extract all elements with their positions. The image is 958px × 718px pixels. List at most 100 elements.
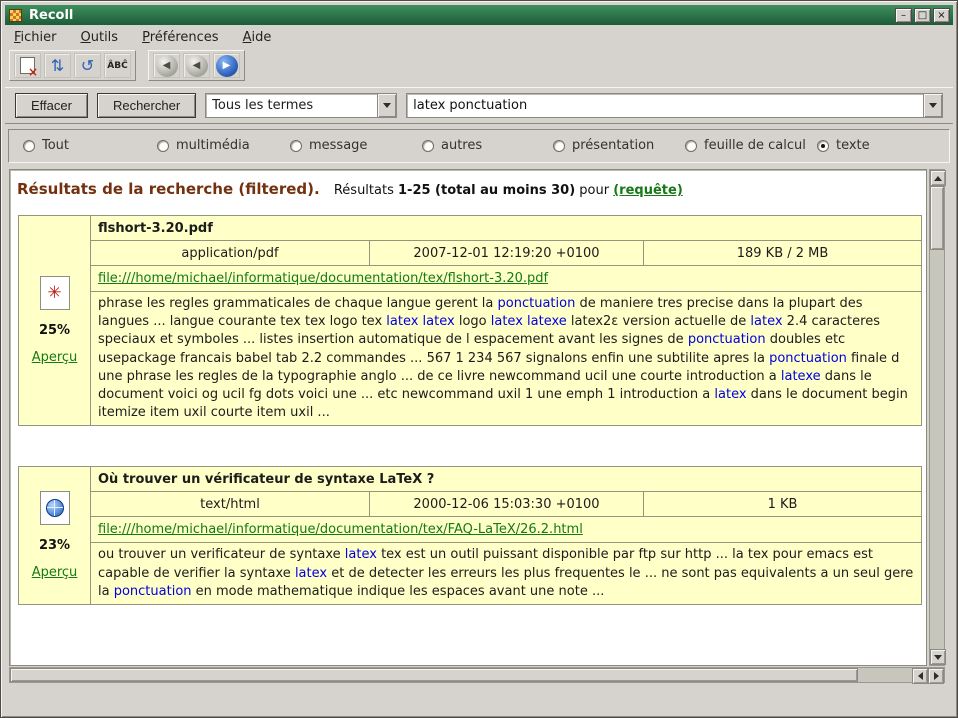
- result-mime: text/html: [91, 492, 370, 517]
- radio-icon[interactable]: [23, 140, 35, 152]
- prev-page-icon: ◀: [186, 55, 208, 77]
- result-side-cell: ✳ 25% Aperçu: [19, 216, 91, 426]
- first-page-button[interactable]: ◀: [153, 53, 180, 78]
- result-title: flshort-3.20.pdf: [91, 216, 922, 241]
- search-panel: Effacer Rechercher Tous les termes: [5, 87, 953, 124]
- maximize-button[interactable]: □: [914, 8, 931, 23]
- vertical-scrollbar[interactable]: [929, 169, 945, 666]
- horizontal-scrollbar-thumb[interactable]: [10, 668, 858, 682]
- history-icon: ↺: [81, 58, 94, 74]
- results-range: 1-25 (total au moins 30): [398, 183, 575, 198]
- menu-aide[interactable]: Aide: [243, 30, 272, 45]
- relevance-percent: 25%: [26, 323, 83, 338]
- pdf-logo-glyph: ✳: [47, 285, 61, 302]
- radio-icon[interactable]: [290, 140, 302, 152]
- scroll-left-button[interactable]: [912, 668, 928, 684]
- term-explorer-button[interactable]: ÂBĈ: [104, 53, 131, 78]
- horizontal-scrollbar-trough[interactable]: [858, 668, 912, 682]
- status-bar: [5, 687, 953, 714]
- chevron-down-icon: [383, 103, 391, 108]
- menu-fichier[interactable]: Fichier: [14, 30, 57, 45]
- history-button[interactable]: ↺: [74, 53, 101, 78]
- horizontal-scrollbar[interactable]: [9, 667, 945, 683]
- preview-link[interactable]: Aperçu: [32, 565, 78, 580]
- result-snippet: phrase les regles grammaticales de chaqu…: [91, 292, 922, 426]
- filter-label: feuille de calcul: [704, 138, 806, 153]
- radio-icon[interactable]: [422, 140, 434, 152]
- update-index-icon: ⇅: [51, 58, 64, 74]
- clear-search-button[interactable]: [14, 53, 41, 78]
- filter-label: autres: [441, 138, 482, 153]
- filter-label: message: [309, 138, 367, 153]
- next-page-button[interactable]: ▶: [213, 53, 240, 78]
- titlebar[interactable]: Recoll – □ ×: [5, 5, 953, 25]
- search-button[interactable]: Rechercher: [97, 93, 196, 118]
- result-size: 1 KB: [644, 492, 922, 517]
- relevance-percent: 23%: [26, 538, 83, 553]
- recoll-window: Recoll – □ × Fichier Outils Préférences …: [0, 0, 958, 718]
- result-side-cell: 23% Aperçu: [19, 467, 91, 605]
- result-snippet: ou trouver un verificateur de syntaxe la…: [91, 543, 922, 605]
- results-summary: Résultats 1-25 (total au moins 30) pour …: [334, 183, 683, 198]
- search-mode-value: Tous les termes: [206, 94, 377, 117]
- result-url-link[interactable]: file:///home/michael/informatique/docume…: [98, 522, 583, 537]
- result-url-cell: file:///home/michael/informatique/docume…: [91, 266, 922, 292]
- filter-feuille-de-calcul[interactable]: feuille de calcul: [685, 138, 806, 153]
- close-button[interactable]: ×: [933, 8, 950, 23]
- prev-page-button[interactable]: ◀: [183, 53, 210, 78]
- toolbar-group-actions: ⇅ ↺ ÂBĈ: [9, 50, 136, 81]
- results-list: Résultats de la recherche (filtered). Ré…: [9, 169, 927, 666]
- result-item-1: ✳ 25% Aperçu flshort-3.20.pdf applicatio…: [18, 215, 922, 426]
- search-mode-select[interactable]: Tous les termes: [205, 93, 397, 118]
- filter-label: présentation: [572, 138, 654, 153]
- result-url-link[interactable]: file:///home/michael/informatique/docume…: [98, 271, 548, 286]
- window-title: Recoll: [29, 8, 893, 23]
- filter-label: multimédia: [176, 138, 250, 153]
- filter-autres[interactable]: autres: [422, 138, 482, 153]
- query-details-link[interactable]: (requête): [613, 183, 683, 198]
- result-datetime: 2000-12-06 15:03:30 +0100: [370, 492, 644, 517]
- radio-icon[interactable]: [817, 140, 829, 152]
- query-history-dropdown-button[interactable]: [923, 94, 942, 117]
- results-summary-prefix: Résultats: [334, 183, 394, 198]
- filter-tout[interactable]: Tout: [23, 138, 69, 153]
- vertical-scrollbar-trough[interactable]: [930, 250, 944, 649]
- scroll-down-button[interactable]: [930, 649, 946, 665]
- toolbar: ⇅ ↺ ÂBĈ ◀ ◀ ▶: [9, 50, 245, 81]
- query-combo: [406, 93, 943, 118]
- results-header: Résultats de la recherche (filtered). Ré…: [10, 170, 926, 198]
- clear-search-icon: [20, 57, 35, 74]
- scroll-right-button[interactable]: [928, 668, 944, 684]
- radio-icon[interactable]: [685, 140, 697, 152]
- arrow-right-icon: [934, 672, 939, 680]
- results-title: Résultats de la recherche (filtered).: [17, 180, 320, 198]
- arrow-down-icon: [934, 655, 942, 660]
- results-summary-pour: pour: [579, 183, 609, 198]
- preview-link[interactable]: Aperçu: [32, 350, 78, 365]
- clear-button[interactable]: Effacer: [15, 93, 88, 118]
- filter-label: Tout: [42, 138, 69, 153]
- search-mode-dropdown-button[interactable]: [377, 94, 396, 117]
- doc-type-filter-panel: Tout multimédia message autres présentat…: [8, 129, 950, 163]
- search-input[interactable]: [407, 94, 923, 117]
- filter-presentation[interactable]: présentation: [553, 138, 654, 153]
- result-mime: application/pdf: [91, 241, 370, 266]
- menu-outils[interactable]: Outils: [81, 30, 119, 45]
- arrow-up-icon: [934, 176, 942, 181]
- radio-icon[interactable]: [157, 140, 169, 152]
- filter-texte[interactable]: texte: [817, 138, 870, 153]
- pdf-icon: ✳: [40, 276, 70, 310]
- menu-preferences[interactable]: Préférences: [142, 30, 218, 45]
- minimize-button[interactable]: –: [895, 8, 912, 23]
- app-icon: [9, 9, 22, 22]
- toolbar-group-navigation: ◀ ◀ ▶: [148, 50, 245, 81]
- update-index-button[interactable]: ⇅: [44, 53, 71, 78]
- filter-multimedia[interactable]: multimédia: [157, 138, 250, 153]
- radio-icon[interactable]: [553, 140, 565, 152]
- arrow-left-icon: [918, 672, 923, 680]
- vertical-scrollbar-thumb[interactable]: [930, 186, 944, 250]
- globe-icon: [46, 499, 64, 517]
- scroll-up-button[interactable]: [930, 170, 946, 186]
- result-url-cell: file:///home/michael/informatique/docume…: [91, 517, 922, 543]
- filter-message[interactable]: message: [290, 138, 367, 153]
